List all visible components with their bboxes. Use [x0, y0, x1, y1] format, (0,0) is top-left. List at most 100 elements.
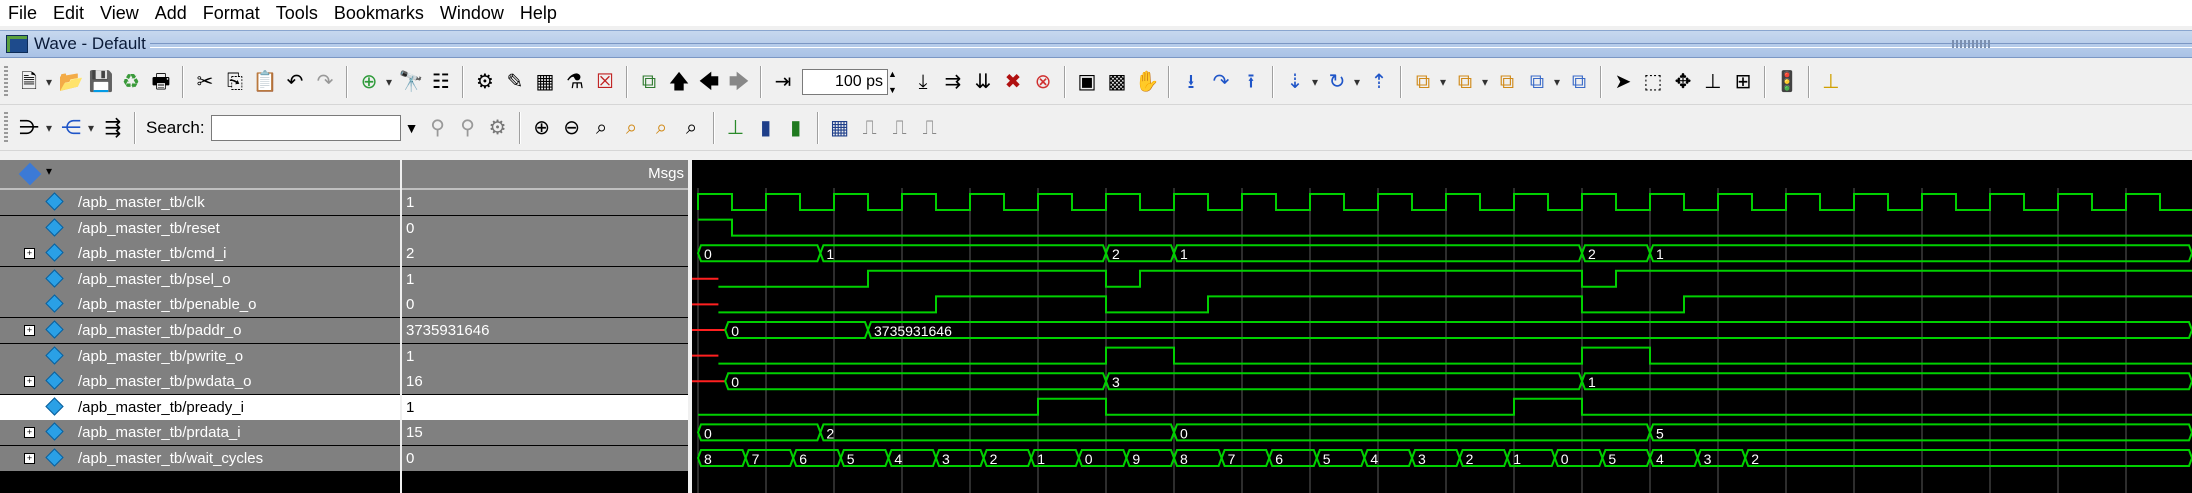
- step-over-2-icon[interactable]: ↻: [1324, 68, 1350, 96]
- break-icon[interactable]: ☒: [592, 68, 618, 96]
- toolbar-grip[interactable]: [4, 66, 8, 98]
- open-folder-icon[interactable]: 📂: [58, 68, 84, 96]
- menu-add[interactable]: Add: [147, 0, 195, 26]
- cursor-mode-icon[interactable]: ⊞: [1730, 68, 1756, 96]
- dropdown-arrow-icon[interactable]: ▾: [42, 68, 56, 96]
- signal-row[interactable]: + /apb_master_tb/cmd_i: [0, 241, 400, 267]
- search-next-icon[interactable]: ⚲: [425, 114, 451, 142]
- new-file-icon[interactable]: 🗎: [16, 68, 42, 96]
- search-input[interactable]: [210, 115, 401, 141]
- dropdown-arrow-icon[interactable]: ▾: [1550, 68, 1564, 96]
- menu-view[interactable]: View: [92, 0, 147, 26]
- zoom-full-icon[interactable]: ⌕: [589, 114, 615, 142]
- signal-row[interactable]: /apb_master_tb/pwrite_o: [0, 343, 400, 369]
- search-options-icon[interactable]: ⚙: [485, 114, 511, 142]
- zoom-in-icon[interactable]: ⊕: [529, 114, 555, 142]
- stop-icon[interactable]: ⊗: [1030, 68, 1056, 96]
- menu-tools[interactable]: Tools: [268, 0, 326, 26]
- right-arrow-icon[interactable]: 🡆: [726, 68, 752, 96]
- wave-format-icon[interactable]: ▦: [827, 114, 853, 142]
- signal-row[interactable]: + /apb_master_tb/pwdata_o: [0, 369, 400, 395]
- run-time-stepper[interactable]: ▲ ▼: [888, 69, 902, 95]
- cursor-block-icon[interactable]: ▮: [753, 114, 779, 142]
- redo-icon[interactable]: ↷: [312, 68, 338, 96]
- step-out-2-icon[interactable]: ⇡: [1366, 68, 1392, 96]
- edge-next-icon[interactable]: ⎍: [887, 114, 913, 142]
- restart-icon[interactable]: ▣: [1074, 68, 1100, 96]
- run-icon[interactable]: ⤓: [910, 68, 936, 96]
- paste-icon[interactable]: 📋: [252, 68, 278, 96]
- layout-icon[interactable]: ⧉: [1410, 68, 1436, 96]
- run-all-icon[interactable]: ⇊: [970, 68, 996, 96]
- signal-row[interactable]: /apb_master_tb/clk: [0, 190, 400, 215]
- signal-row[interactable]: /apb_master_tb/psel_o: [0, 266, 400, 292]
- signal-value[interactable]: 1: [402, 190, 688, 215]
- waveform-pane[interactable]: 0 1 2 1 2 1 0 3735931646 0 3 1 0 2 0 5 8 7 6 5 4 3 2 1 0 9 8 7 6 5 4 3…: [692, 160, 2192, 493]
- menu-bookmarks[interactable]: Bookmarks: [326, 0, 432, 26]
- signal-value[interactable]: 0: [402, 446, 688, 471]
- pan-mode-icon[interactable]: ✥: [1670, 68, 1696, 96]
- toolbar-grip[interactable]: [4, 112, 8, 144]
- layout-3-icon[interactable]: ⧉: [1494, 68, 1520, 96]
- signal-value[interactable]: 3735931646: [402, 318, 688, 343]
- step-into-icon[interactable]: ⭳: [1178, 68, 1204, 96]
- signal-value[interactable]: 0: [402, 215, 688, 241]
- add-icon[interactable]: ⊕: [356, 68, 382, 96]
- insert-cursor-wave-icon[interactable]: ⊥: [723, 114, 749, 142]
- find-icon[interactable]: 🔭: [398, 68, 424, 96]
- expand-toggle-icon[interactable]: +: [24, 376, 35, 388]
- signal-value[interactable]: 1: [402, 394, 688, 420]
- reload-icon[interactable]: ♻: [118, 68, 144, 96]
- zoom-range-icon[interactable]: ⌕: [649, 114, 675, 142]
- step-out-icon[interactable]: ⭱: [1238, 68, 1264, 96]
- up-arrow-icon[interactable]: 🡅: [666, 68, 692, 96]
- waveform-canvas[interactable]: 0 1 2 1 2 10 37359316460 3 10 2 0 58 7 6 5 4 3 2 1 0 9 8 7 6 5 4 3…: [692, 160, 2192, 493]
- expand-toggle-icon[interactable]: +: [24, 325, 35, 336]
- compile-icon[interactable]: ⚙: [472, 68, 498, 96]
- copy-icon[interactable]: ⎘: [222, 68, 248, 96]
- group-icon[interactable]: ⇶: [100, 114, 126, 142]
- break-sim-icon[interactable]: ✖: [1000, 68, 1026, 96]
- signal-value[interactable]: 1: [402, 266, 688, 292]
- signal-row[interactable]: + /apb_master_tb/prdata_i: [0, 420, 400, 446]
- left-arrow-icon[interactable]: 🡄: [696, 68, 722, 96]
- sim-icon[interactable]: ⚗: [562, 68, 588, 96]
- title-grip[interactable]: [1952, 40, 1992, 48]
- window-icon[interactable]: ⧉: [636, 68, 662, 96]
- menu-window[interactable]: Window: [432, 0, 512, 26]
- print-icon[interactable]: 🖶: [148, 68, 174, 96]
- dropdown-arrow-icon[interactable]: ▾: [42, 114, 56, 142]
- menu-file[interactable]: File: [0, 0, 45, 26]
- dropdown-arrow-icon[interactable]: ▾: [1478, 68, 1492, 96]
- dropdown-arrow-icon[interactable]: ▾: [1350, 68, 1364, 96]
- list-icon[interactable]: ☷: [428, 68, 454, 96]
- edge-prev-icon[interactable]: ⎍: [857, 114, 883, 142]
- menu-edit[interactable]: Edit: [45, 0, 92, 26]
- edit-icon[interactable]: ✎: [502, 68, 528, 96]
- run-time-input[interactable]: 100 ps: [802, 69, 888, 95]
- step-icon[interactable]: ⇣: [1282, 68, 1308, 96]
- dropdown-arrow-icon[interactable]: ▾: [1436, 68, 1450, 96]
- undo-icon[interactable]: ↶: [282, 68, 308, 96]
- signal-row[interactable]: + /apb_master_tb/wait_cycles: [0, 446, 400, 471]
- save-icon[interactable]: 💾: [88, 68, 114, 96]
- cursor-block-green-icon[interactable]: ▮: [783, 114, 809, 142]
- dropdown-arrow-icon[interactable]: ▾: [1308, 68, 1322, 96]
- performance-icon[interactable]: ▩: [1104, 68, 1130, 96]
- signal-value[interactable]: 15: [402, 420, 688, 446]
- run-length-icon[interactable]: ⇥: [770, 68, 796, 96]
- signal-group-icon[interactable]: [18, 162, 42, 186]
- zoom-out-icon[interactable]: ⊖: [559, 114, 585, 142]
- traffic-light-icon[interactable]: 🚦: [1774, 68, 1800, 96]
- layout-2-icon[interactable]: ⧉: [1452, 68, 1478, 96]
- signal-row[interactable]: /apb_master_tb/reset: [0, 215, 400, 241]
- search-prev-icon[interactable]: ⚲: [455, 114, 481, 142]
- signal-value[interactable]: 1: [402, 343, 688, 369]
- edge-any-icon[interactable]: ⎍: [917, 114, 943, 142]
- expand-toggle-icon[interactable]: +: [24, 427, 35, 439]
- zoom-last-icon[interactable]: ⌕: [679, 114, 705, 142]
- expand-toggle-icon[interactable]: +: [24, 453, 35, 464]
- signal-value[interactable]: 16: [402, 369, 688, 395]
- zoom-mode-icon[interactable]: ⬚: [1640, 68, 1666, 96]
- signal-row[interactable]: + /apb_master_tb/paddr_o: [0, 318, 400, 343]
